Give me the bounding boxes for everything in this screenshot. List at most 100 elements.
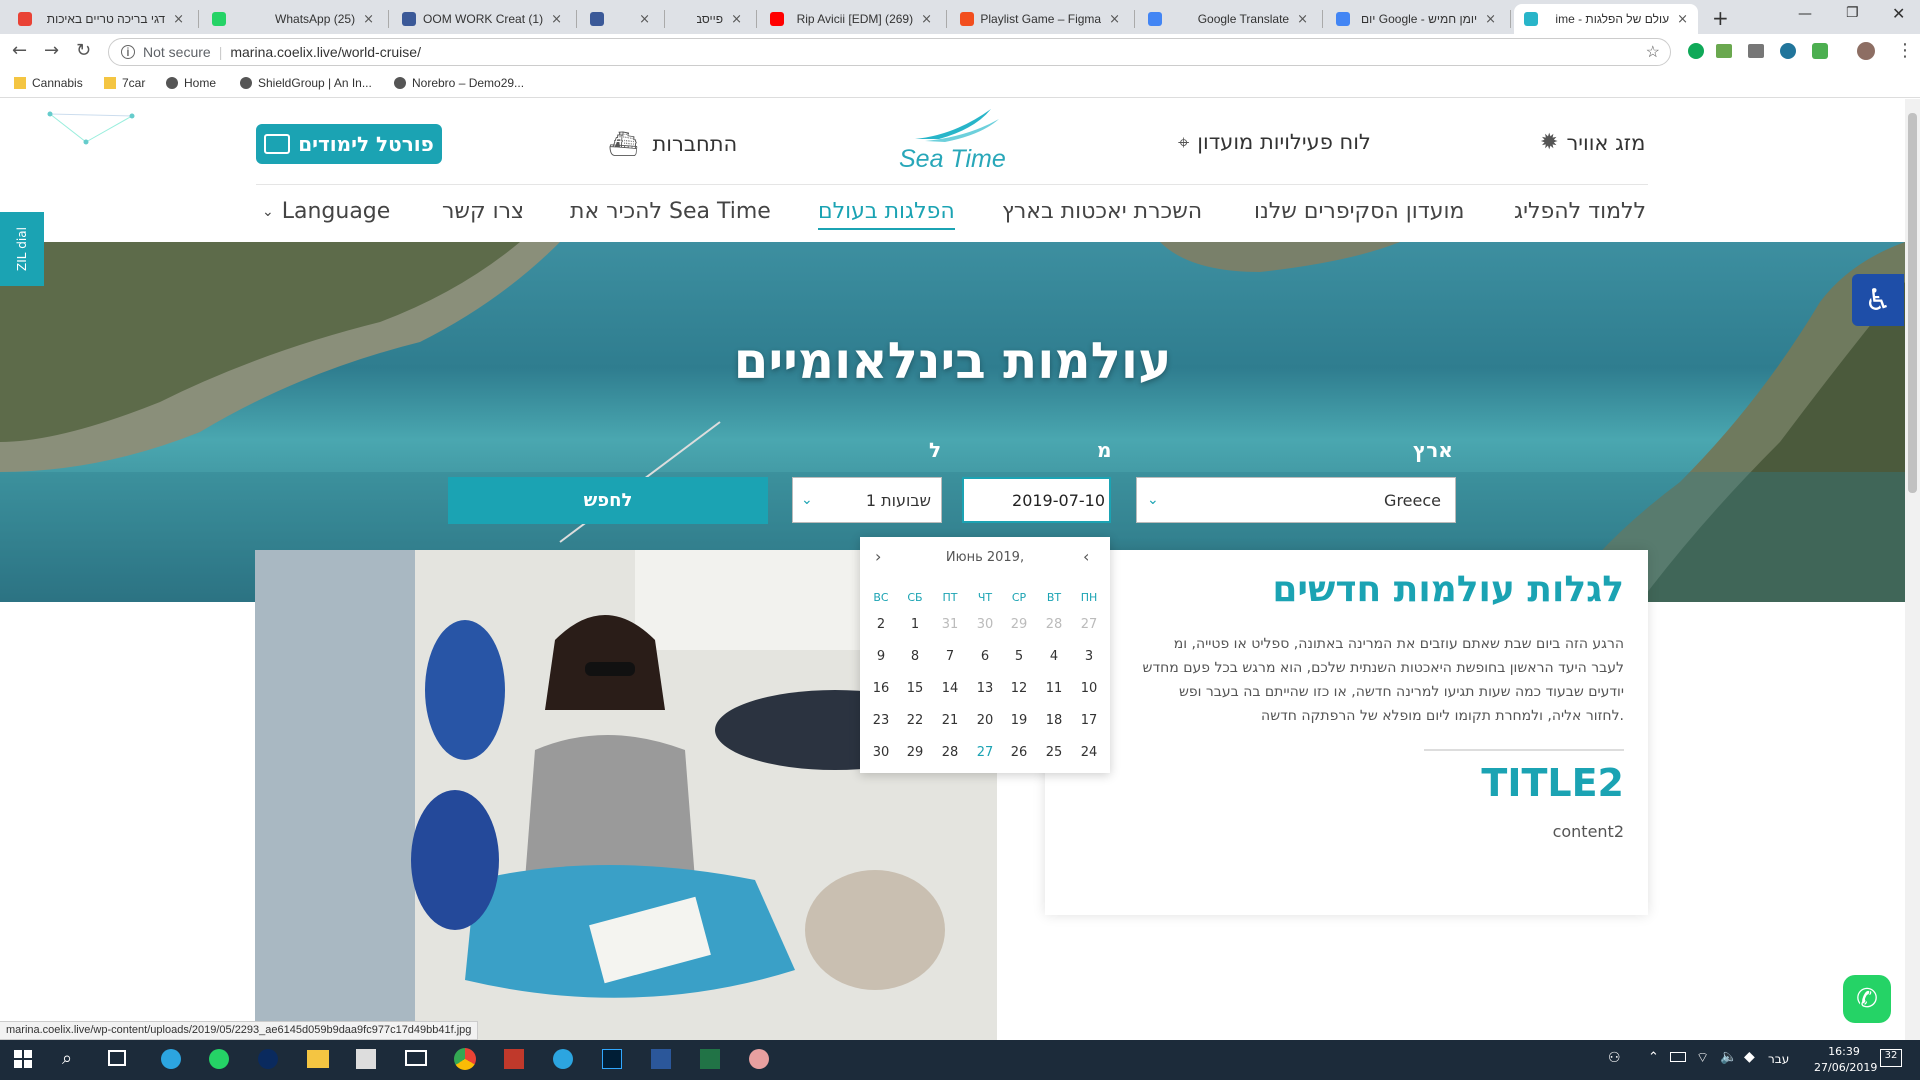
calendar-day[interactable]: 22 (901, 713, 929, 728)
whatsapp-taskbar-icon[interactable] (209, 1049, 229, 1069)
whatsapp-chat-icon[interactable]: ✆ (1843, 975, 1891, 1023)
login-link[interactable]: ⛴ התחברות (608, 130, 737, 158)
nav-world-cruises[interactable]: הפלגות בעולם (818, 199, 955, 230)
calendar-day[interactable]: 17 (1075, 713, 1103, 728)
tab-close-icon[interactable]: × (173, 12, 184, 27)
prev-month-icon[interactable]: ‹ (1083, 547, 1089, 566)
dropbox-icon[interactable]: ◆ (1744, 1049, 1755, 1065)
browser-tab[interactable]: פייסבוק × (666, 4, 752, 34)
calendar-day[interactable]: 7 (936, 649, 964, 664)
calendar-day[interactable]: 12 (1005, 681, 1033, 696)
tab-close-icon[interactable]: × (1109, 12, 1120, 27)
tab-close-icon[interactable]: × (1677, 12, 1688, 27)
calendar-day[interactable]: 13 (971, 681, 999, 696)
nav-learn-sail[interactable]: ללמוד להפליג (1514, 199, 1646, 224)
portal-button[interactable]: פורטל לימודים (256, 124, 442, 164)
tab-close-icon[interactable]: × (363, 12, 374, 27)
calendar-day[interactable]: 10 (1075, 681, 1103, 696)
browser-tab[interactable]: Playlist Game – Figma × (950, 4, 1130, 34)
volume-icon[interactable]: 🔈 (1720, 1049, 1737, 1065)
search-button[interactable]: לחפש (448, 477, 768, 524)
profile-avatar[interactable] (1857, 42, 1875, 60)
calendar-day[interactable]: 31 (936, 617, 964, 632)
calendar-day[interactable]: 18 (1040, 713, 1068, 728)
browser-tab[interactable]: (25) WhatsApp × (202, 4, 384, 34)
tab-close-icon[interactable]: × (1485, 12, 1496, 27)
app-taskbar-icon[interactable] (504, 1049, 524, 1069)
tray-chevron-icon[interactable]: ⌃ (1648, 1050, 1659, 1065)
info-icon[interactable]: i (121, 45, 135, 59)
photoshop-icon[interactable] (602, 1049, 622, 1069)
nav-about[interactable]: להכיר את Sea Time (570, 199, 771, 224)
tab-close-icon[interactable]: × (921, 12, 932, 27)
bookmark-home[interactable]: Home (166, 76, 216, 90)
windows-start-icon[interactable] (14, 1050, 32, 1068)
weather-link[interactable]: ✹ מזג אוויר (1540, 130, 1645, 155)
minimize-icon[interactable]: — (1798, 6, 1812, 22)
file-explorer-icon[interactable] (307, 1050, 329, 1068)
calendar-day[interactable]: 28 (936, 745, 964, 760)
browser-tab[interactable]: × (580, 4, 660, 34)
calendar-day[interactable]: 30 (867, 745, 895, 760)
menu-kebab-icon[interactable]: ⋮ (1896, 40, 1914, 61)
xe-taskbar-icon[interactable] (258, 1049, 278, 1069)
calendar-day[interactable]: 30 (971, 617, 999, 632)
back-icon[interactable]: ← (12, 40, 27, 61)
mail-icon[interactable] (405, 1050, 427, 1066)
page-scrollbar[interactable] (1905, 99, 1920, 1040)
tray-people-icon[interactable]: ⚇ (1608, 1050, 1621, 1066)
calendar-day[interactable]: 27 (1075, 617, 1103, 632)
scrollbar-thumb[interactable] (1908, 113, 1917, 493)
maximize-icon[interactable]: ❐ (1846, 5, 1859, 21)
battery-icon[interactable] (1670, 1052, 1686, 1062)
telegram-taskbar-icon-2[interactable] (553, 1049, 573, 1069)
input-language[interactable]: עבר (1768, 1052, 1789, 1066)
browser-tab[interactable]: דגי בריכה טריים באיכות × (8, 4, 194, 34)
calendar-day[interactable]: 24 (1075, 745, 1103, 760)
code-extension-icon[interactable] (1748, 44, 1764, 58)
next-month-icon[interactable]: › (875, 547, 881, 566)
browser-tab[interactable]: יומן חמיש - Google יום × (1326, 4, 1506, 34)
browser-tab[interactable]: עולם של הפלגות - ime × (1514, 4, 1698, 34)
word-icon[interactable] (651, 1049, 671, 1069)
calendar-day[interactable]: 27 (971, 745, 999, 760)
store-icon[interactable] (356, 1049, 376, 1069)
calendar-day[interactable]: 20 (971, 713, 999, 728)
bookmark-cannabis[interactable]: Cannabis (14, 76, 83, 90)
tab-close-icon[interactable]: × (639, 12, 650, 27)
tab-close-icon[interactable]: × (551, 12, 562, 27)
calendar-day[interactable]: 29 (1005, 617, 1033, 632)
notifications-icon[interactable]: 32 (1880, 1049, 1902, 1067)
calendar-day[interactable]: 11 (1040, 681, 1068, 696)
calendar-day[interactable]: 16 (867, 681, 895, 696)
chrome-taskbar-icon[interactable] (454, 1048, 476, 1070)
excel-icon[interactable] (700, 1049, 720, 1069)
nav-yacht-rental[interactable]: השכרת יאכטות בארץ (1002, 199, 1202, 224)
tab-close-icon[interactable]: × (731, 12, 742, 27)
calendar-day[interactable]: 4 (1040, 649, 1068, 664)
calendar-day[interactable]: 21 (936, 713, 964, 728)
extension-icon[interactable] (1716, 44, 1732, 58)
forward-icon[interactable]: → (44, 40, 59, 61)
sea-time-logo[interactable]: Sea Time (895, 105, 1015, 173)
nav-language[interactable]: ⌄ Language (262, 199, 390, 224)
tab-close-icon[interactable]: × (1297, 12, 1308, 27)
clock[interactable]: 16:39 27/06/2019 (1814, 1044, 1877, 1076)
calendar-day[interactable]: 26 (1005, 745, 1033, 760)
bookmark-shieldgroup[interactable]: ShieldGroup | An In... (240, 76, 372, 90)
calendar-day[interactable]: 8 (901, 649, 929, 664)
calendar-day[interactable]: 1 (901, 617, 929, 632)
calendar-day[interactable]: 23 (867, 713, 895, 728)
calendar-day[interactable]: 25 (1040, 745, 1068, 760)
extension-green-icon[interactable] (1812, 43, 1828, 59)
search-icon[interactable]: ⌕ (62, 1048, 72, 1069)
nav-contact[interactable]: צרו קשר (442, 199, 524, 224)
calendar-day[interactable]: 19 (1005, 713, 1033, 728)
calendar-day[interactable]: 9 (867, 649, 895, 664)
wordpress-icon[interactable] (1780, 43, 1796, 59)
date-input[interactable]: 2019-07-10 (962, 477, 1111, 523)
calendar-day[interactable]: 15 (901, 681, 929, 696)
country-select[interactable]: ⌄ Greece (1136, 477, 1456, 523)
nav-skippers-club[interactable]: מועדון הסקיפרים שלנו (1254, 199, 1464, 224)
reload-icon[interactable]: ↻ (76, 40, 91, 61)
